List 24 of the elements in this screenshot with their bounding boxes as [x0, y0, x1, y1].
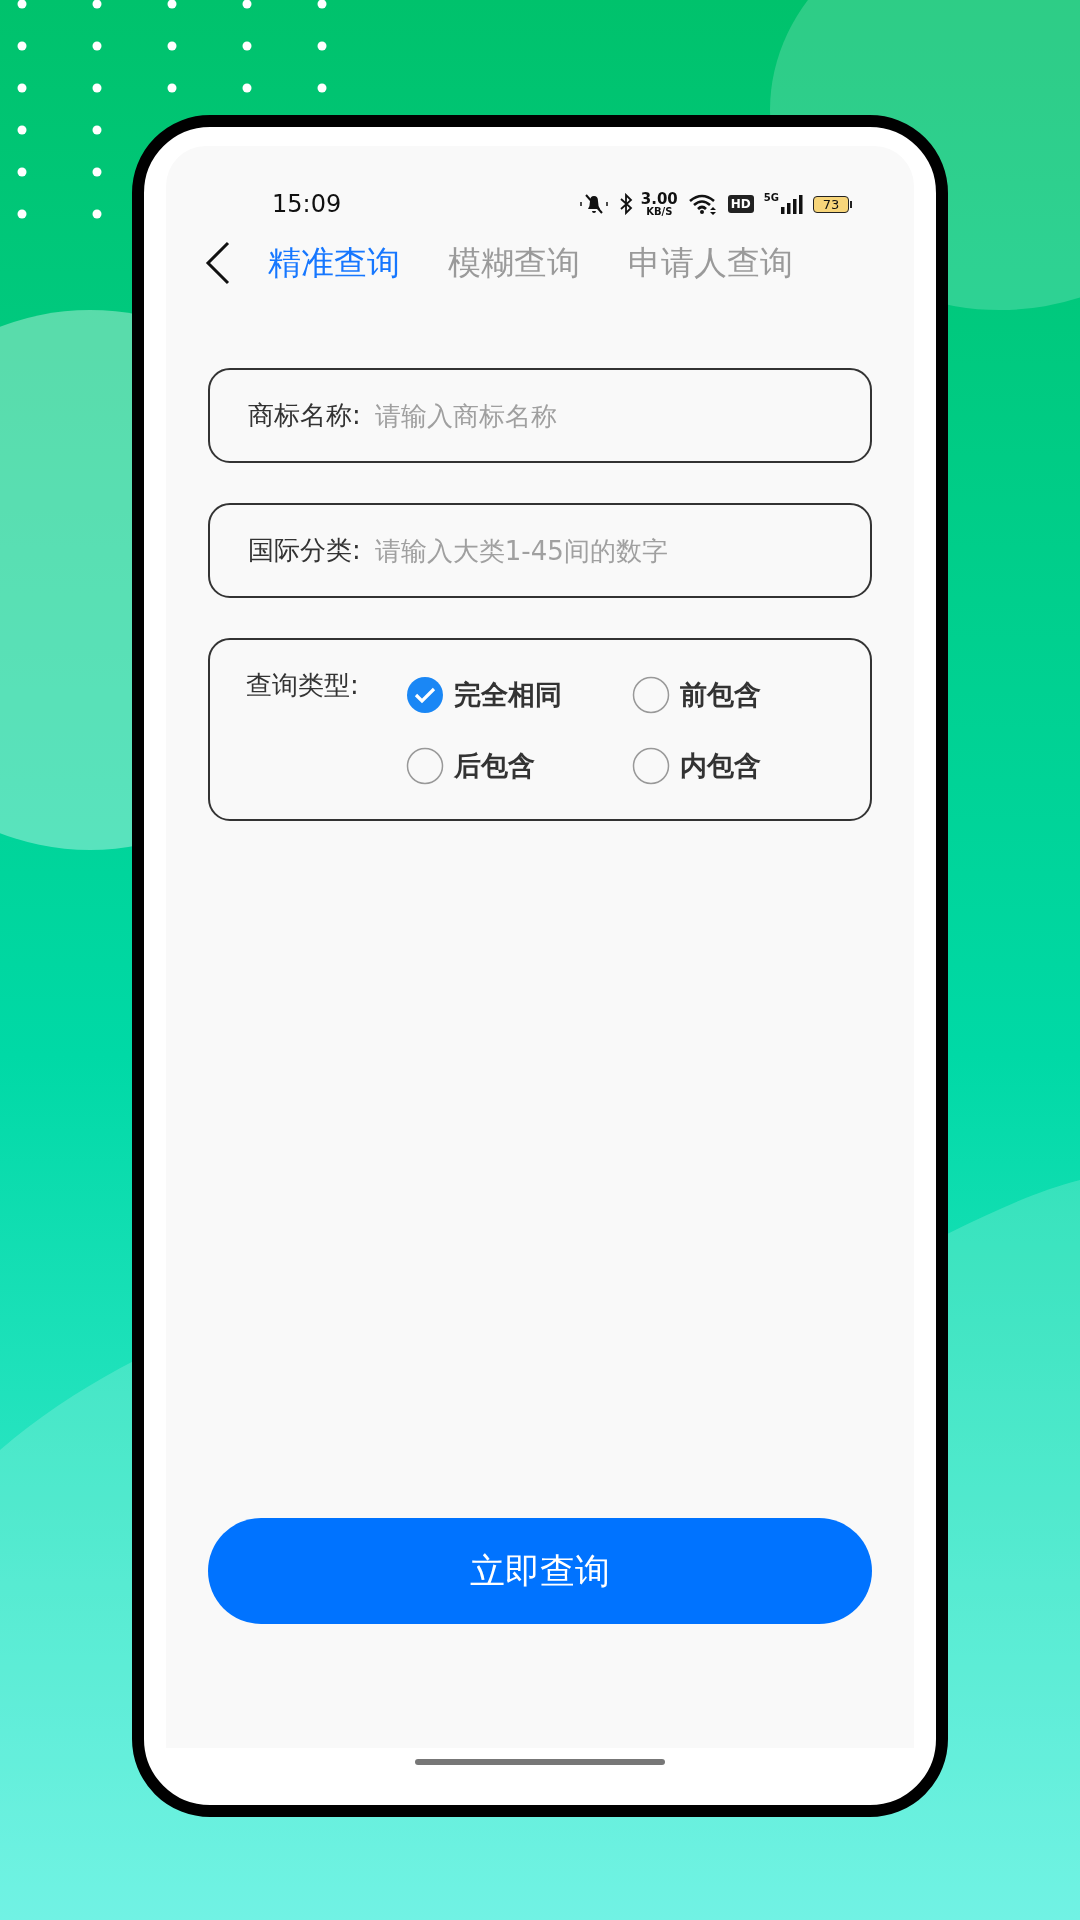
bluetooth-icon	[618, 193, 633, 215]
radio-option[interactable]: 完全相同	[406, 672, 632, 719]
radio-option[interactable]: 前包含	[632, 672, 832, 719]
form-field[interactable]: 国际分类: 请输入大类1-45间的数字	[208, 503, 872, 598]
form-field[interactable]: 商标名称: 请输入商标名称	[208, 368, 872, 463]
field-label: 国际分类:	[248, 534, 361, 567]
status-time: 15:09	[272, 190, 343, 218]
search-button[interactable]: 立即查询	[208, 1518, 872, 1624]
field-label: 查询类型:	[246, 669, 360, 702]
input-field[interactable]: 请输入商标名称	[372, 399, 870, 432]
network-label: 5G	[763, 192, 779, 203]
back-icon[interactable]	[204, 240, 232, 286]
signal-icon	[781, 194, 803, 214]
radio-option[interactable]: 后包含	[406, 742, 632, 789]
input-field[interactable]: 请输入大类1-45间的数字	[372, 534, 870, 567]
battery-level: 73	[813, 195, 849, 213]
field-label: 商标名称:	[248, 399, 361, 432]
speed-unit: KB/S	[646, 206, 673, 217]
radio-option[interactable]: 内包含	[632, 742, 832, 789]
speed-value: 3.00	[640, 191, 678, 207]
wifi-icon	[687, 193, 718, 215]
hd-badge: HD	[727, 195, 754, 213]
tab[interactable]: 精准查询	[268, 240, 400, 286]
muted-bell-icon	[578, 192, 609, 216]
